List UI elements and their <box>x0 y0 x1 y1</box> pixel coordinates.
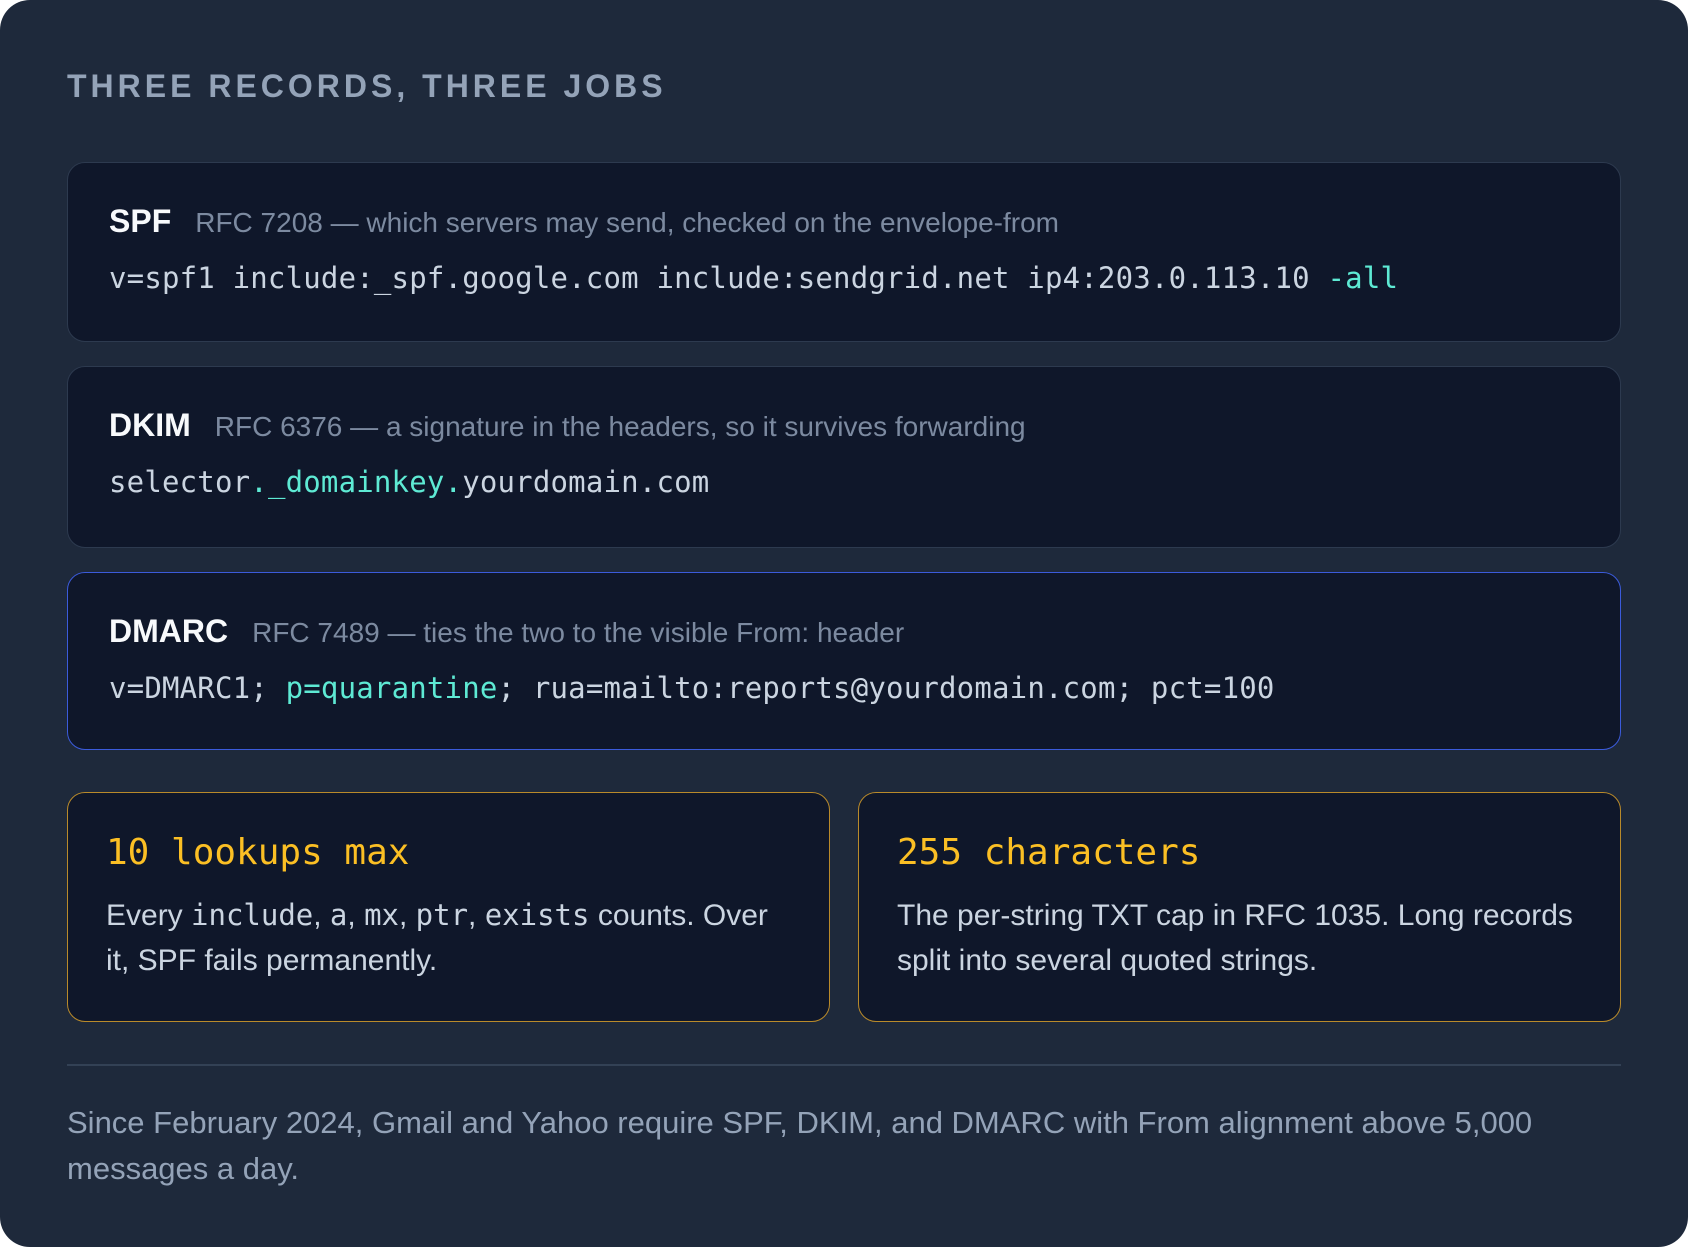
record-description: RFC 7208 — which servers may send, check… <box>195 207 1059 238</box>
code-text: v=DMARC1; <box>109 671 286 705</box>
mechanism-include: include <box>191 898 314 932</box>
mechanism-a: a <box>329 898 348 932</box>
record-header: DKIM RFC 6376 — a signature in the heade… <box>109 367 1579 457</box>
code-text: ; rua=mailto:reports@yourdomain.com; pct… <box>497 671 1275 705</box>
section-heading: THREE RECORDS, THREE JOBS <box>67 68 667 104</box>
limits-row: 10 lookups max Every include, a, mx, ptr… <box>67 792 1621 1022</box>
divider <box>67 1064 1621 1066</box>
body-text: , <box>347 899 365 932</box>
limit-card-lookups: 10 lookups max Every include, a, mx, ptr… <box>67 792 830 1022</box>
record-header: SPF RFC 7208 — which servers may send, c… <box>109 163 1579 253</box>
record-name: DMARC <box>109 613 229 649</box>
record-name: DKIM <box>109 407 191 443</box>
body-text: , <box>468 899 485 932</box>
limit-title: 255 characters <box>897 832 1201 873</box>
record-card-dmarc: DMARC RFC 7489 — ties the two to the vis… <box>67 572 1621 750</box>
mechanism-ptr: ptr <box>415 898 469 932</box>
code-text: yourdomain.com <box>462 465 710 499</box>
code-highlight: -all <box>1327 261 1399 295</box>
limit-title: 10 lookups max <box>106 832 410 873</box>
limit-body: The per-string TXT cap in RFC 1035. Long… <box>897 899 1573 977</box>
record-value: v=spf1 include:_spf.google.com include:s… <box>109 261 1579 295</box>
mechanism-mx: mx <box>364 898 399 932</box>
body-text: , <box>398 899 416 932</box>
limit-card-characters: 255 characters The per-string TXT cap in… <box>858 792 1621 1022</box>
record-value: v=DMARC1; p=quarantine; rua=mailto:repor… <box>109 671 1579 705</box>
code-highlight: p=quarantine <box>285 671 498 705</box>
record-card-dkim: DKIM RFC 6376 — a signature in the heade… <box>67 366 1621 548</box>
footnote: Since February 2024, Gmail and Yahoo req… <box>67 1104 1533 1186</box>
email-auth-panel: THREE RECORDS, THREE JOBS SPF RFC 7208 —… <box>0 0 1688 1247</box>
record-description: RFC 7489 — ties the two to the visible F… <box>252 617 905 648</box>
code-text: selector <box>109 465 251 499</box>
body-text: Every <box>106 899 192 932</box>
mechanism-exists: exists <box>484 898 590 932</box>
record-description: RFC 6376 — a signature in the headers, s… <box>214 411 1026 442</box>
code-text: v=spf1 include:_spf.google.com include:s… <box>109 261 1328 295</box>
code-highlight: ._domainkey. <box>250 465 463 499</box>
record-card-spf: SPF RFC 7208 — which servers may send, c… <box>67 162 1621 342</box>
record-value: selector._domainkey.yourdomain.com <box>109 465 1579 499</box>
limit-body: Every include, a, mx, ptr, exists counts… <box>106 893 791 983</box>
record-header: DMARC RFC 7489 — ties the two to the vis… <box>109 573 1579 663</box>
record-name: SPF <box>109 203 172 239</box>
body-text: , <box>313 899 330 932</box>
